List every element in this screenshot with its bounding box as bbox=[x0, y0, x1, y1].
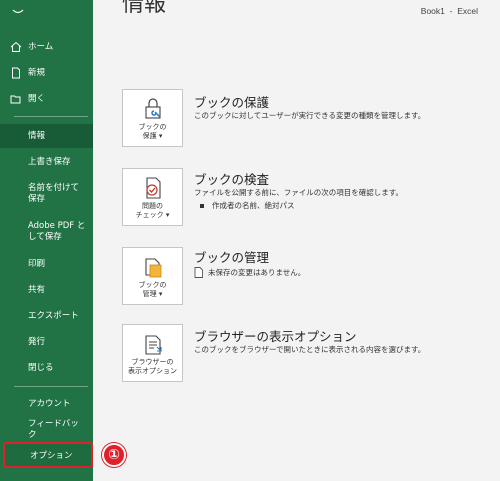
sidebar-item-label: 開く bbox=[28, 93, 46, 104]
sidebar-item-publish[interactable]: 発行 bbox=[0, 334, 93, 350]
sidebar-item-label: オプション bbox=[30, 451, 73, 461]
bullet-text: 作成者の名前、絶対パス bbox=[212, 201, 295, 210]
protect-workbook-button[interactable]: ブックの 保護 ▾ bbox=[122, 89, 183, 147]
page-title: 情報 bbox=[122, 0, 167, 14]
bullet-icon bbox=[200, 203, 204, 208]
browser-view-icon bbox=[144, 335, 162, 355]
button-label: 表示オプション bbox=[128, 367, 177, 375]
sidebar-item-label: 情報 bbox=[28, 130, 46, 141]
sidebar-item-new[interactable]: 新規 bbox=[0, 66, 93, 80]
sidebar-item-feedback[interactable]: フィードバック bbox=[0, 419, 93, 440]
sidebar-item-label: Adobe PDF として保存 bbox=[28, 221, 86, 242]
protect-workbook-desc: このブックに対してユーザーが実行できる変更の種類を管理します。 bbox=[194, 111, 426, 120]
browser-view-options-button[interactable]: ブラウザーの 表示オプション bbox=[122, 324, 183, 382]
button-label: ブックの bbox=[138, 281, 167, 289]
sidebar-item-save[interactable]: 上書き保存 bbox=[0, 154, 93, 170]
sidebar-divider bbox=[14, 386, 88, 387]
inspect-icon bbox=[145, 177, 161, 199]
protect-workbook-title: ブックの保護 bbox=[194, 95, 270, 110]
sidebar-item-share[interactable]: 共有 bbox=[0, 282, 93, 298]
sidebar-item-save-as[interactable]: 名前を付けて保存 bbox=[0, 180, 93, 208]
inspect-workbook-title: ブックの検査 bbox=[194, 172, 270, 187]
sidebar-item-label: エクスポート bbox=[28, 310, 79, 321]
sidebar-item-label: 新規 bbox=[28, 67, 46, 78]
back-arrow-icon[interactable] bbox=[10, 6, 26, 20]
manage-workbook-desc: 未保存の変更はありません。 bbox=[208, 268, 306, 277]
sidebar-divider bbox=[14, 116, 88, 117]
step-marker: ① bbox=[102, 443, 126, 467]
sidebar-item-open[interactable]: 開く bbox=[0, 92, 93, 106]
button-label: ブラウザーの bbox=[131, 358, 174, 366]
new-document-icon bbox=[9, 66, 23, 80]
sidebar-item-label: 発行 bbox=[28, 336, 46, 347]
browser-view-options-title: ブラウザーの表示オプション bbox=[194, 329, 357, 344]
title-separator: - bbox=[449, 6, 453, 16]
check-issues-button[interactable]: 問題の チェック ▾ bbox=[122, 168, 183, 226]
sidebar-item-label: 閉じる bbox=[28, 362, 54, 373]
backstage-sidebar: ホーム 新規 開く 情報 上書き保存 名前を付けて保存 Adobe PDF とし… bbox=[0, 0, 93, 481]
inspect-bullet: 作成者の名前、絶対パス bbox=[200, 200, 295, 211]
sidebar-item-label: 共有 bbox=[28, 284, 46, 295]
sidebar-item-label: 印刷 bbox=[28, 258, 46, 269]
manage-workbook-desc-row: 未保存の変更はありません。 bbox=[194, 267, 305, 278]
sidebar-item-close[interactable]: 閉じる bbox=[0, 360, 93, 376]
manage-workbook-button[interactable]: ブックの 管理 ▾ bbox=[122, 247, 183, 305]
sidebar-item-label: 上書き保存 bbox=[28, 156, 71, 167]
sidebar-item-print[interactable]: 印刷 bbox=[0, 256, 93, 272]
button-label-line2: 管理 ▾ bbox=[142, 290, 163, 298]
app-name: Excel bbox=[457, 6, 478, 16]
sidebar-item-label: アカウント bbox=[28, 398, 71, 409]
book-name: Book1 bbox=[420, 6, 445, 16]
sidebar-item-info[interactable]: 情報 bbox=[0, 124, 93, 148]
document-icon bbox=[194, 267, 203, 278]
inspect-workbook-desc: ファイルを公開する前に、ファイルの次の項目を確認します。 bbox=[194, 188, 404, 197]
sidebar-item-export[interactable]: エクスポート bbox=[0, 308, 93, 324]
button-label: チェック bbox=[135, 211, 164, 219]
button-label: 管理 bbox=[142, 290, 157, 298]
sidebar-item-options[interactable]: オプション bbox=[3, 442, 93, 468]
sidebar-item-label: ホーム bbox=[28, 41, 54, 52]
lock-icon bbox=[144, 98, 161, 119]
home-icon bbox=[9, 40, 23, 54]
browser-view-options-desc: このブックをブラウザーで開いたときに表示される内容を選びます。 bbox=[194, 345, 426, 354]
sidebar-item-label: 名前を付けて保存 bbox=[28, 183, 80, 204]
window-title: Book1 - Excel bbox=[421, 6, 478, 16]
sidebar-item-home[interactable]: ホーム bbox=[0, 40, 93, 54]
sidebar-item-label: フィードバック bbox=[28, 419, 79, 440]
button-label-line2: チェック ▾ bbox=[135, 211, 170, 219]
sidebar-item-save-as-pdf[interactable]: Adobe PDF として保存 bbox=[0, 218, 93, 246]
button-label: 保護 bbox=[142, 132, 157, 140]
sidebar-item-account[interactable]: アカウント bbox=[0, 396, 93, 412]
folder-open-icon bbox=[9, 92, 23, 106]
button-label-line2: 保護 ▾ bbox=[142, 132, 163, 140]
manage-workbook-title: ブックの管理 bbox=[194, 250, 270, 265]
button-label: 問題の bbox=[142, 202, 163, 210]
button-label: ブックの bbox=[138, 123, 167, 131]
manage-workbook-icon bbox=[144, 258, 161, 278]
